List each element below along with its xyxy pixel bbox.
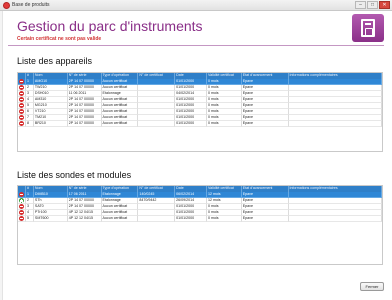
error-circle-icon <box>19 91 24 96</box>
window-controls: – □ ✕ <box>355 1 390 9</box>
error-circle-icon <box>19 204 24 209</box>
cell-name: BR210 <box>33 121 68 127</box>
error-circle-icon <box>19 85 24 90</box>
cell-additional-info <box>288 216 382 222</box>
status-cell <box>18 121 26 127</box>
table-row[interactable]: 8 BR210 2P 14 07 00000 Aucun certificat 01/0… <box>18 121 382 127</box>
window-title: Base de produits <box>12 2 50 8</box>
cell-certificate-number <box>138 121 176 127</box>
cell-certificate-validity: 0 mois <box>206 216 242 222</box>
error-circle-icon <box>19 97 24 102</box>
error-circle-icon <box>19 192 24 197</box>
cell-certificate-validity: 0 mois <box>206 121 242 127</box>
appareils-table: # Nom N° de série Type d'opération N° de cer… <box>17 72 383 152</box>
error-circle-icon <box>19 210 24 215</box>
error-circle-icon <box>19 216 24 221</box>
maximize-button[interactable]: □ <box>367 1 378 9</box>
app-logo-icon <box>352 14 384 42</box>
cell-number: 5 <box>25 216 34 222</box>
cell-certificate-number <box>138 216 176 222</box>
app-icon <box>3 2 10 9</box>
cell-serial: 4P 12 12 04/15 <box>67 216 102 222</box>
cell-date: 01/01/2000 <box>175 216 207 222</box>
error-circle-icon <box>19 115 24 120</box>
cell-operation-type: Aucun certificat <box>101 216 139 222</box>
sondes-table: # Nom N° de série Type d'opération N° de cer… <box>17 185 383 265</box>
window-titlebar: Base de produits – □ ✕ <box>0 0 392 11</box>
status-cell <box>18 216 26 222</box>
error-circle-icon <box>19 109 24 114</box>
error-circle-icon <box>19 103 24 108</box>
close-window-button[interactable]: ✕ <box>379 1 390 9</box>
certificate-warning: Certain certificat ne sont pas valide <box>17 36 102 42</box>
cell-progress-state: Epave <box>241 216 289 222</box>
sondes-heading: Liste des sondes et modules <box>17 170 132 180</box>
cell-serial: 2P 14 07 00000 <box>67 121 102 127</box>
cell-date: 01/01/2000 <box>175 121 207 127</box>
appareils-heading: Liste des appareils <box>17 56 93 66</box>
page-title: Gestion du parc d'instruments <box>17 18 203 34</box>
table-row[interactable]: 5 SMT600 4P 12 12 04/15 Aucun certificat 01/… <box>18 216 382 222</box>
header-divider <box>8 45 384 46</box>
cell-progress-state: Epave <box>241 121 289 127</box>
cell-name: SMT600 <box>33 216 68 222</box>
error-circle-icon <box>19 79 24 84</box>
ok-circle-icon <box>19 198 24 203</box>
cell-number: 8 <box>25 121 34 127</box>
window-left-border <box>0 11 3 300</box>
cell-operation-type: Aucun certificat <box>101 121 139 127</box>
cell-additional-info <box>288 121 382 127</box>
minimize-button[interactable]: – <box>355 1 366 9</box>
error-circle-icon <box>19 121 24 126</box>
close-button[interactable]: Fermer <box>360 282 384 291</box>
